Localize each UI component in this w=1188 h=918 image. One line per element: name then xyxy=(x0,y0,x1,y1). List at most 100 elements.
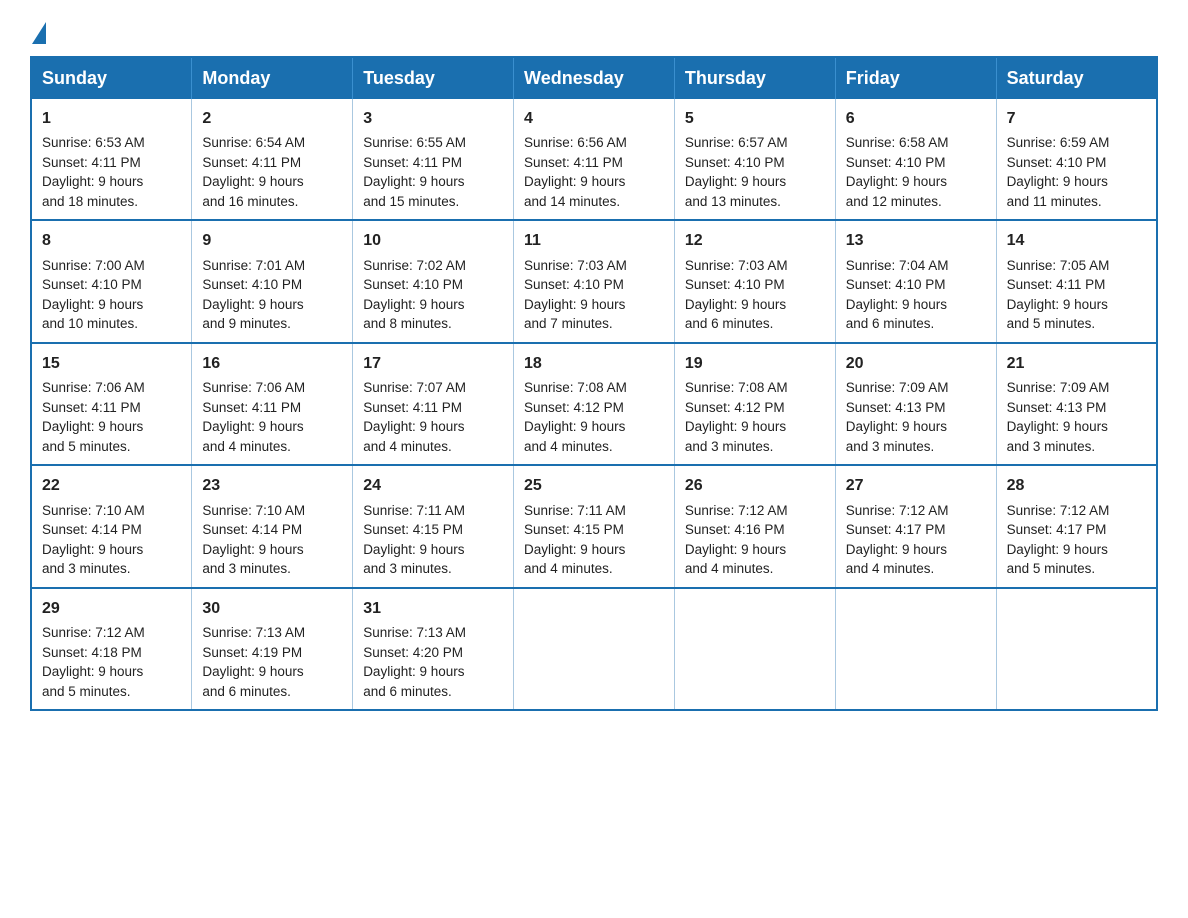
day-number: 2 xyxy=(202,107,342,130)
day-sunrise: Sunrise: 7:08 AM xyxy=(685,380,788,395)
logo xyxy=(30,20,48,38)
calendar-cell: 20 Sunrise: 7:09 AM Sunset: 4:13 PM Dayl… xyxy=(835,343,996,465)
day-daylight-minutes: and 16 minutes. xyxy=(202,194,298,209)
day-sunset: Sunset: 4:11 PM xyxy=(202,155,301,170)
calendar-cell: 14 Sunrise: 7:05 AM Sunset: 4:11 PM Dayl… xyxy=(996,220,1157,342)
calendar-cell: 5 Sunrise: 6:57 AM Sunset: 4:10 PM Dayli… xyxy=(674,99,835,220)
day-daylight: Daylight: 9 hours xyxy=(524,419,625,434)
calendar-cell: 15 Sunrise: 7:06 AM Sunset: 4:11 PM Dayl… xyxy=(31,343,192,465)
day-sunrise: Sunrise: 6:56 AM xyxy=(524,135,627,150)
day-daylight: Daylight: 9 hours xyxy=(685,419,786,434)
day-sunset: Sunset: 4:10 PM xyxy=(524,277,624,292)
day-daylight-minutes: and 3 minutes. xyxy=(363,561,452,576)
calendar-cell: 3 Sunrise: 6:55 AM Sunset: 4:11 PM Dayli… xyxy=(353,99,514,220)
day-number: 1 xyxy=(42,107,181,130)
page-header xyxy=(30,20,1158,38)
calendar-cell: 19 Sunrise: 7:08 AM Sunset: 4:12 PM Dayl… xyxy=(674,343,835,465)
day-daylight-minutes: and 5 minutes. xyxy=(1007,316,1096,331)
day-number: 20 xyxy=(846,352,986,375)
day-number: 22 xyxy=(42,474,181,497)
day-sunset: Sunset: 4:19 PM xyxy=(202,645,302,660)
day-sunrise: Sunrise: 7:09 AM xyxy=(846,380,949,395)
day-sunset: Sunset: 4:11 PM xyxy=(363,155,462,170)
day-daylight-minutes: and 3 minutes. xyxy=(846,439,935,454)
day-daylight: Daylight: 9 hours xyxy=(202,174,303,189)
day-number: 27 xyxy=(846,474,986,497)
day-sunset: Sunset: 4:11 PM xyxy=(42,400,141,415)
calendar-cell: 9 Sunrise: 7:01 AM Sunset: 4:10 PM Dayli… xyxy=(192,220,353,342)
day-daylight: Daylight: 9 hours xyxy=(42,542,143,557)
day-sunrise: Sunrise: 7:01 AM xyxy=(202,258,305,273)
day-daylight: Daylight: 9 hours xyxy=(202,419,303,434)
day-daylight-minutes: and 4 minutes. xyxy=(524,439,613,454)
day-sunset: Sunset: 4:16 PM xyxy=(685,522,785,537)
day-sunrise: Sunrise: 7:07 AM xyxy=(363,380,466,395)
day-daylight-minutes: and 5 minutes. xyxy=(42,439,131,454)
day-daylight-minutes: and 10 minutes. xyxy=(42,316,138,331)
day-daylight: Daylight: 9 hours xyxy=(524,174,625,189)
day-sunset: Sunset: 4:14 PM xyxy=(202,522,302,537)
day-sunrise: Sunrise: 7:12 AM xyxy=(1007,503,1110,518)
day-daylight: Daylight: 9 hours xyxy=(846,174,947,189)
day-daylight-minutes: and 5 minutes. xyxy=(1007,561,1096,576)
day-sunrise: Sunrise: 7:05 AM xyxy=(1007,258,1110,273)
day-daylight: Daylight: 9 hours xyxy=(1007,174,1108,189)
column-header-saturday: Saturday xyxy=(996,57,1157,99)
day-daylight: Daylight: 9 hours xyxy=(846,419,947,434)
day-daylight: Daylight: 9 hours xyxy=(363,419,464,434)
day-daylight-minutes: and 4 minutes. xyxy=(363,439,452,454)
day-number: 18 xyxy=(524,352,664,375)
day-sunrise: Sunrise: 7:06 AM xyxy=(42,380,145,395)
column-header-wednesday: Wednesday xyxy=(514,57,675,99)
calendar-cell: 6 Sunrise: 6:58 AM Sunset: 4:10 PM Dayli… xyxy=(835,99,996,220)
calendar-cell: 16 Sunrise: 7:06 AM Sunset: 4:11 PM Dayl… xyxy=(192,343,353,465)
day-sunrise: Sunrise: 7:00 AM xyxy=(42,258,145,273)
day-sunrise: Sunrise: 7:08 AM xyxy=(524,380,627,395)
day-daylight-minutes: and 3 minutes. xyxy=(685,439,774,454)
calendar-cell: 17 Sunrise: 7:07 AM Sunset: 4:11 PM Dayl… xyxy=(353,343,514,465)
day-daylight: Daylight: 9 hours xyxy=(42,664,143,679)
day-sunset: Sunset: 4:11 PM xyxy=(42,155,141,170)
day-number: 14 xyxy=(1007,229,1146,252)
day-daylight: Daylight: 9 hours xyxy=(363,297,464,312)
day-sunset: Sunset: 4:10 PM xyxy=(846,155,946,170)
day-daylight-minutes: and 6 minutes. xyxy=(846,316,935,331)
day-number: 7 xyxy=(1007,107,1146,130)
calendar-cell: 2 Sunrise: 6:54 AM Sunset: 4:11 PM Dayli… xyxy=(192,99,353,220)
day-sunrise: Sunrise: 7:11 AM xyxy=(363,503,465,518)
calendar-cell: 21 Sunrise: 7:09 AM Sunset: 4:13 PM Dayl… xyxy=(996,343,1157,465)
column-header-tuesday: Tuesday xyxy=(353,57,514,99)
day-sunrise: Sunrise: 7:13 AM xyxy=(363,625,466,640)
day-number: 29 xyxy=(42,597,181,620)
day-daylight: Daylight: 9 hours xyxy=(1007,542,1108,557)
day-sunset: Sunset: 4:10 PM xyxy=(685,155,785,170)
day-daylight: Daylight: 9 hours xyxy=(202,297,303,312)
day-daylight-minutes: and 9 minutes. xyxy=(202,316,291,331)
calendar-cell xyxy=(674,588,835,710)
calendar-cell xyxy=(835,588,996,710)
day-daylight: Daylight: 9 hours xyxy=(1007,297,1108,312)
day-daylight-minutes: and 4 minutes. xyxy=(846,561,935,576)
day-daylight: Daylight: 9 hours xyxy=(42,297,143,312)
day-sunrise: Sunrise: 7:09 AM xyxy=(1007,380,1110,395)
calendar-cell: 28 Sunrise: 7:12 AM Sunset: 4:17 PM Dayl… xyxy=(996,465,1157,587)
day-sunrise: Sunrise: 7:10 AM xyxy=(202,503,305,518)
day-daylight-minutes: and 4 minutes. xyxy=(202,439,291,454)
day-sunrise: Sunrise: 7:03 AM xyxy=(685,258,788,273)
day-daylight-minutes: and 4 minutes. xyxy=(524,561,613,576)
day-daylight-minutes: and 6 minutes. xyxy=(685,316,774,331)
day-daylight: Daylight: 9 hours xyxy=(42,174,143,189)
day-number: 8 xyxy=(42,229,181,252)
day-sunrise: Sunrise: 7:03 AM xyxy=(524,258,627,273)
day-number: 19 xyxy=(685,352,825,375)
day-daylight: Daylight: 9 hours xyxy=(363,174,464,189)
day-sunset: Sunset: 4:10 PM xyxy=(363,277,463,292)
day-daylight: Daylight: 9 hours xyxy=(42,419,143,434)
day-number: 5 xyxy=(685,107,825,130)
day-daylight-minutes: and 3 minutes. xyxy=(202,561,291,576)
calendar-cell: 11 Sunrise: 7:03 AM Sunset: 4:10 PM Dayl… xyxy=(514,220,675,342)
day-daylight-minutes: and 5 minutes. xyxy=(42,684,131,699)
day-sunrise: Sunrise: 6:55 AM xyxy=(363,135,466,150)
day-number: 4 xyxy=(524,107,664,130)
calendar-cell: 23 Sunrise: 7:10 AM Sunset: 4:14 PM Dayl… xyxy=(192,465,353,587)
